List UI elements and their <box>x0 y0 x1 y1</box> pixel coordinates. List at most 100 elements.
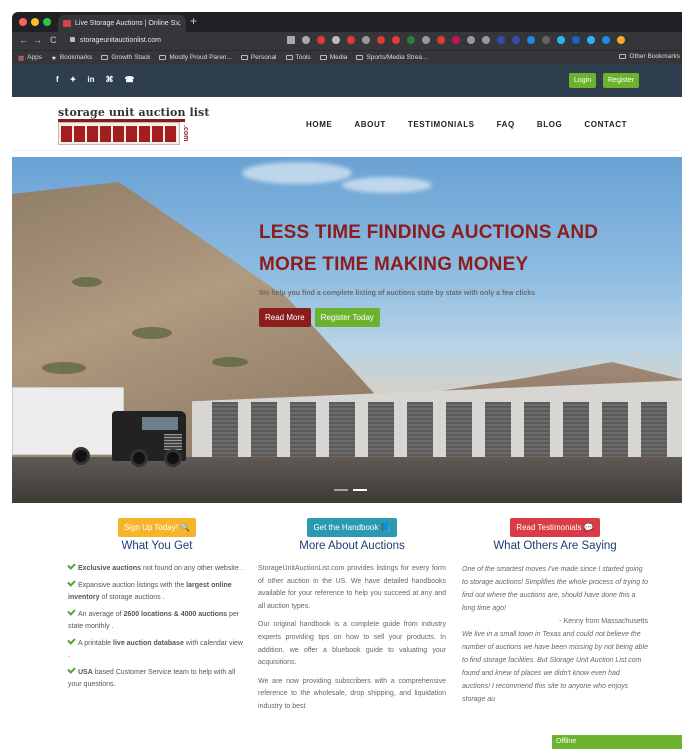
phone-icon[interactable]: ☎ <box>124 75 134 84</box>
feature-columns: Sign Up Today! 🔍 What You Get Exclusive … <box>12 517 682 749</box>
column-heading: What You Get <box>121 540 193 552</box>
bookmark-apps[interactable]: ▦ Apps <box>18 54 42 62</box>
maximize-window-button[interactable] <box>43 18 51 26</box>
extension-icon[interactable] <box>347 36 355 44</box>
extension-icon[interactable] <box>452 36 460 44</box>
check-icon <box>67 664 76 674</box>
list-item: Expansive auction listings with the larg… <box>67 577 246 605</box>
extension-icon[interactable] <box>587 36 595 44</box>
reload-icon[interactable]: C <box>50 35 57 45</box>
hero-content: LESS TIME FINDING AUCTIONS AND MORE TIME… <box>259 217 599 327</box>
extension-icon[interactable] <box>482 36 490 44</box>
hero-subtitle: We help you find a complete listing of a… <box>259 290 536 297</box>
logo-text[interactable]: storage unit auction list <box>58 106 210 119</box>
menu-item-about[interactable]: ABOUT <box>354 120 385 129</box>
extension-icon[interactable] <box>377 36 385 44</box>
menu-item-home[interactable]: HOME <box>306 120 332 129</box>
slider-dot[interactable] <box>334 489 348 491</box>
check-icon <box>67 606 76 616</box>
extension-icon[interactable] <box>512 36 520 44</box>
extension-icon[interactable] <box>437 36 445 44</box>
list-item: Exclusive auctions not found on any othe… <box>67 561 246 576</box>
list-item: USA based Customer Service team to help … <box>67 664 246 692</box>
browser-window: Live Storage Auctions | Online S... ✕ + … <box>12 12 682 749</box>
hero-title-line2: MORE TIME MAKING MONEY <box>259 254 529 275</box>
extension-icons <box>287 36 625 44</box>
testimonial: One of the smartest moves I've made sinc… <box>462 563 648 706</box>
menu-item-blog[interactable]: BLOG <box>537 120 563 129</box>
hero-road <box>12 457 682 503</box>
extension-icon[interactable] <box>467 36 475 44</box>
lock-icon <box>70 37 75 42</box>
extension-icon[interactable] <box>392 36 400 44</box>
url-text: storageunitauctionlist.com <box>80 37 161 44</box>
bookmark-bookmarks[interactable]: ★ Bookmarks <box>51 54 92 62</box>
extension-icon[interactable] <box>557 36 565 44</box>
profile-avatar[interactable] <box>617 36 625 44</box>
main-menu: HOME ABOUT TESTIMONIALS FAQ BLOG CONTACT <box>306 120 627 129</box>
bookmark-folder[interactable]: Sports/Media Strea... <box>356 54 427 61</box>
browser-tab[interactable]: Live Storage Auctions | Online S... ✕ <box>58 15 186 32</box>
bookmark-folder[interactable]: Media <box>319 54 347 61</box>
extension-icon[interactable] <box>332 36 340 44</box>
folder-icon <box>619 54 627 59</box>
browser-toolbar: ← → C storageunitauctionlist.com <box>12 32 682 50</box>
browser-titlebar: Live Storage Auctions | Online S... ✕ + <box>12 12 682 32</box>
menu-item-testimonials[interactable]: TESTIMONIALS <box>408 120 475 129</box>
list-item: An average of 2600 locations & 4000 auct… <box>67 606 246 634</box>
read-more-button[interactable]: Read More <box>259 308 311 327</box>
bookmark-folder[interactable]: Tools <box>285 54 311 61</box>
hero-title-line1: LESS TIME FINDING AUCTIONS AND <box>259 222 599 243</box>
rss-icon[interactable]: ⌘ <box>105 75 113 84</box>
testimonial-quote: One of the smartest moves I've made sinc… <box>462 566 648 612</box>
facebook-icon[interactable]: f <box>56 75 59 84</box>
check-icon <box>67 635 76 645</box>
close-window-button[interactable] <box>19 18 27 26</box>
twitter-icon[interactable]: ✦ <box>70 75 77 84</box>
extension-icon[interactable] <box>317 36 325 44</box>
linkedin-icon[interactable]: in <box>87 75 94 84</box>
key-icon[interactable] <box>287 36 295 44</box>
forward-icon[interactable]: → <box>33 35 42 45</box>
back-icon[interactable]: ← <box>19 35 28 45</box>
tab-close-icon[interactable]: ✕ <box>174 15 181 32</box>
logo-building-icon[interactable] <box>58 122 180 145</box>
extension-icon[interactable] <box>527 36 535 44</box>
extension-icon[interactable] <box>602 36 610 44</box>
menu-item-contact[interactable]: CONTACT <box>584 120 627 129</box>
hero-banner: LESS TIME FINDING AUCTIONS AND MORE TIME… <box>12 157 682 503</box>
extension-icon[interactable] <box>362 36 370 44</box>
get-handbook-button[interactable]: Get the Handbook 📘 <box>307 518 397 537</box>
bookmark-folder[interactable]: Personal <box>240 54 277 61</box>
bookmark-folder[interactable]: Growth Stack <box>101 54 150 61</box>
star-icon[interactable] <box>302 36 310 44</box>
chat-widget[interactable]: Offline <box>552 735 682 749</box>
register-button[interactable]: Register <box>603 73 640 88</box>
testimonial-author: - Kenny from Massachusetts <box>559 618 648 625</box>
sign-up-button[interactable]: Sign Up Today! 🔍 <box>117 518 197 537</box>
login-button[interactable]: Login <box>569 73 597 88</box>
tab-title: Live Storage Auctions | Online S... <box>75 20 182 27</box>
extension-icon[interactable] <box>407 36 415 44</box>
site-favicon-icon <box>63 20 71 27</box>
star-icon: ★ <box>50 54 57 62</box>
menu-item-faq[interactable]: FAQ <box>497 120 515 129</box>
register-today-button[interactable]: Register Today <box>314 308 380 327</box>
bookmark-folder[interactable]: Mostly Proud Paren... <box>159 54 232 61</box>
extension-icon[interactable] <box>572 36 580 44</box>
extension-icon[interactable] <box>497 36 505 44</box>
extension-icon[interactable] <box>422 36 430 44</box>
check-icon <box>67 577 76 587</box>
slider-dot-active[interactable] <box>353 489 367 491</box>
extension-icon[interactable] <box>542 36 550 44</box>
minimize-window-button[interactable] <box>31 18 39 26</box>
other-bookmarks[interactable]: Other Bookmarks <box>619 53 680 60</box>
paragraph: Our original handbook is a complete guid… <box>258 621 446 667</box>
folder-icon <box>101 55 109 60</box>
new-tab-icon[interactable]: + <box>190 14 197 28</box>
read-testimonials-button[interactable]: Read Testimonials 💬 <box>510 518 600 537</box>
slider-dots <box>334 489 367 491</box>
address-bar[interactable]: storageunitauctionlist.com <box>70 34 161 48</box>
paragraph: We are now providing subscribers with a … <box>258 677 446 710</box>
column-testimonials: Read Testimonials 💬 What Others Are Sayi… <box>462 517 648 706</box>
